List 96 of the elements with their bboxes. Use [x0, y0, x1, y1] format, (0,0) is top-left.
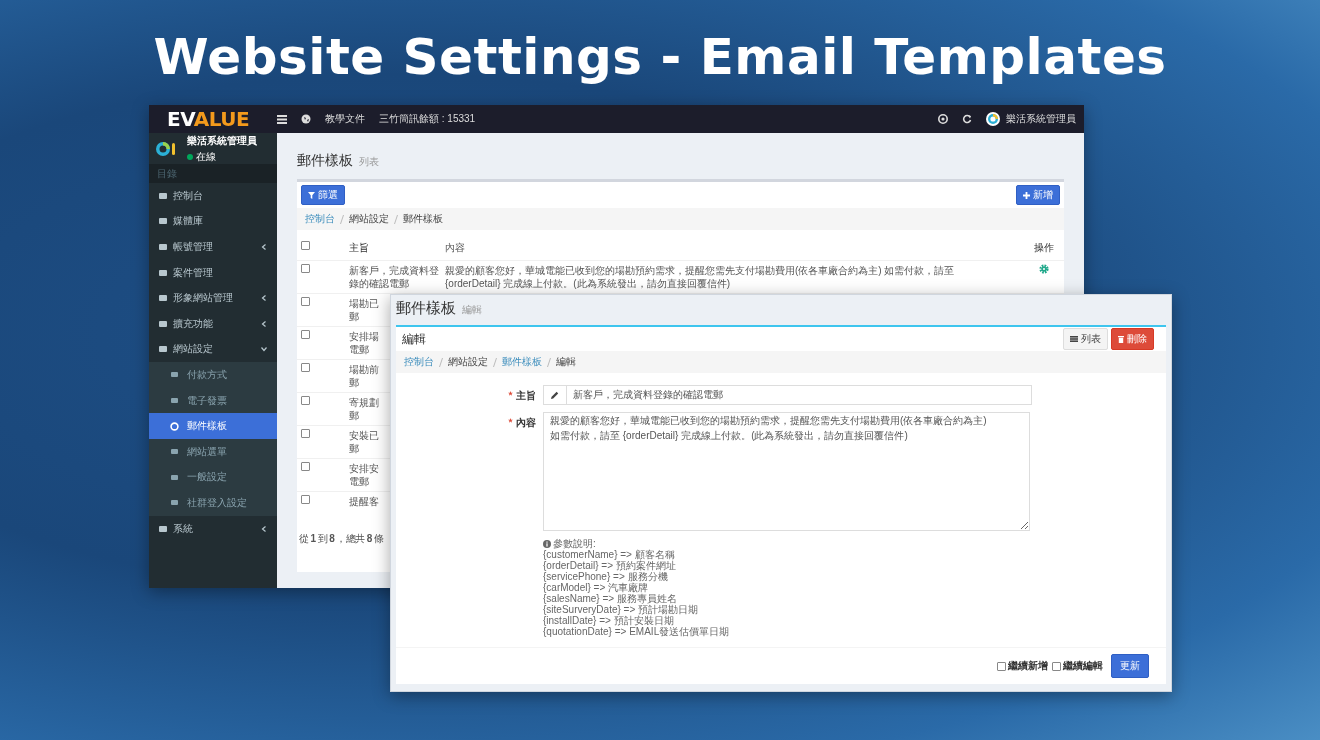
- page-title: 郵件樣板: [396, 299, 456, 318]
- globe-icon[interactable]: [301, 114, 311, 124]
- menu-icon[interactable]: [277, 114, 287, 124]
- sidebar-item[interactable]: 系統: [149, 515, 277, 542]
- row-checkbox[interactable]: [301, 264, 310, 273]
- row-checkbox[interactable]: [301, 429, 310, 438]
- table-cell: 安排場 電郵: [349, 330, 379, 356]
- submenu-item[interactable]: 電子發票: [149, 387, 277, 414]
- user-name: 樂活系統管理員: [187, 133, 257, 148]
- brand-icon: [155, 140, 177, 157]
- page-headline: Website Settings - Email Templates: [152, 28, 1168, 86]
- slash-icon: [340, 214, 344, 224]
- page-title: 郵件樣板: [297, 152, 353, 170]
- breadcrumb-link[interactable]: 控制台: [404, 355, 434, 369]
- gear-icon[interactable]: [1039, 264, 1049, 274]
- table-cell: 寄規劃 郵: [349, 396, 379, 422]
- help-line: {installDate} => 預計安裝日期: [543, 615, 674, 627]
- table-cell: 安排安 電郵: [349, 462, 379, 488]
- breadcrumb-item[interactable]: 網站設定: [448, 355, 488, 369]
- slash-icon: [439, 357, 443, 367]
- breadcrumb-item[interactable]: 編輯: [556, 355, 576, 369]
- top-link[interactable]: 三竹簡訊餘額 : 15331: [379, 112, 476, 126]
- breadcrumb-item[interactable]: 網站設定: [349, 212, 389, 226]
- help-line: {servicePhone} => 服務分機: [543, 571, 669, 583]
- help-line: {customerName} => 顧客名稱: [543, 549, 675, 561]
- row-checkbox[interactable]: [301, 297, 310, 306]
- page-subtitle: 列表: [359, 155, 379, 169]
- row-checkbox[interactable]: [301, 462, 310, 471]
- list-button[interactable]: 列表: [1063, 328, 1108, 350]
- add-button[interactable]: 新增: [1016, 185, 1060, 205]
- option-checkbox[interactable]: 繼續新增: [997, 659, 1048, 673]
- sidebar-item[interactable]: 形象網站管理: [149, 285, 277, 311]
- logo: EVALUE: [167, 107, 251, 131]
- breadcrumb-item[interactable]: 郵件樣板: [403, 212, 443, 226]
- help-line: {orderDetail} => 預約案件網址: [543, 560, 677, 572]
- page-subtitle: 編輯: [462, 303, 482, 317]
- row-checkbox[interactable]: [301, 363, 310, 372]
- submenu-item[interactable]: 付款方式: [149, 362, 277, 388]
- sidebar-item[interactable]: 控制台: [149, 183, 277, 209]
- help-line: {salesName} => 服務專員姓名: [543, 593, 677, 605]
- pagination-info: 從 1 到 8 ，總共 8 條: [299, 532, 384, 546]
- trash-icon: [1118, 335, 1124, 343]
- table-cell: 親愛的顧客您好，華城電能已收到您的場勘預約需求，提醒您需先支付場勘費用(依各車廠合約為主) 如需付款，請至 {orderDetail} 完成線上付款。(此為系統發出，請勿直接回覆信件): [445, 265, 955, 289]
- user-name[interactable]: 樂活系統管理員: [1006, 112, 1076, 126]
- sidebar-item[interactable]: 網站設定: [149, 336, 277, 363]
- column-header: 操作: [1033, 241, 1055, 255]
- help-icon[interactable]: [938, 114, 948, 124]
- sidebar-header: 目錄: [149, 164, 277, 183]
- breadcrumb-link[interactable]: 控制台: [305, 212, 335, 226]
- option-checkbox[interactable]: 繼續編輯: [1052, 659, 1103, 673]
- circle-icon: [170, 421, 179, 431]
- column-header[interactable]: 主旨: [349, 241, 445, 257]
- filter-icon: [308, 191, 315, 199]
- table-cell: 安裝已 郵: [349, 429, 379, 455]
- content-field[interactable]: 親愛的顧客您好，華城電能已收到您的場勘預約需求，提醒您需先支付場勘費用(依各車廠合約為主) 如需付款，請至 {orderDetail} 完成線上付款。(此為系統發出，請勿直接回覆信件): [543, 412, 1030, 531]
- sidebar-item[interactable]: 案件管理: [149, 259, 277, 286]
- slash-icon: [493, 357, 497, 367]
- refresh-icon[interactable]: [962, 114, 972, 124]
- slash-icon: [394, 214, 398, 224]
- select-all-checkbox[interactable]: [301, 241, 310, 250]
- row-checkbox[interactable]: [301, 396, 310, 405]
- delete-button[interactable]: 刪除: [1111, 328, 1154, 350]
- table-cell: 場勘前 郵: [349, 363, 379, 389]
- field-label: 主旨: [516, 390, 536, 401]
- slash-icon: [547, 357, 551, 367]
- online-dot: [187, 153, 193, 160]
- info-icon: [543, 539, 551, 548]
- subject-field[interactable]: 新客戶，完成資料登錄的確認電郵: [567, 385, 1032, 405]
- table-cell: 新客戶，完成資料登 錄的確認電郵: [349, 264, 439, 290]
- row-checkbox[interactable]: [301, 495, 310, 504]
- field-label: 內容: [516, 417, 536, 428]
- submenu-item[interactable]: 社群登入設定: [149, 490, 277, 516]
- help-line: {siteSurveryDate} => 預計場勘日期: [543, 604, 700, 616]
- table-cell: 提醒客: [349, 495, 379, 508]
- sidebar-item[interactable]: 擴充功能: [149, 310, 277, 337]
- breadcrumb-link[interactable]: 郵件樣板: [502, 355, 542, 369]
- pencil-icon: [551, 391, 559, 399]
- user-status: 在線: [196, 149, 216, 164]
- help-title: 參數說明:: [553, 538, 596, 550]
- row-checkbox[interactable]: [301, 330, 310, 339]
- submenu-item[interactable]: 網站選單: [149, 438, 277, 465]
- top-link[interactable]: 教學文件: [325, 112, 365, 126]
- update-button[interactable]: 更新: [1111, 654, 1149, 678]
- list-icon: [1070, 336, 1078, 342]
- panel-title: 編輯: [402, 330, 426, 348]
- sidebar-item[interactable]: 媒體庫: [149, 208, 277, 235]
- avatar-icon[interactable]: [986, 112, 1000, 126]
- table-cell: 場勘已 郵: [349, 297, 379, 323]
- help-line: {carModel} => 汽車廠牌: [543, 582, 649, 594]
- filter-button[interactable]: 篩選: [301, 185, 345, 205]
- submenu-item[interactable]: 郵件樣板: [149, 413, 277, 439]
- submenu-item[interactable]: 一般設定: [149, 464, 277, 491]
- column-header[interactable]: 內容: [445, 241, 1024, 257]
- help-line: {quotationDate} => EMAIL發送估價單日期: [543, 626, 731, 638]
- plus-icon: [1023, 191, 1030, 199]
- sidebar-item[interactable]: 帳號管理: [149, 234, 277, 260]
